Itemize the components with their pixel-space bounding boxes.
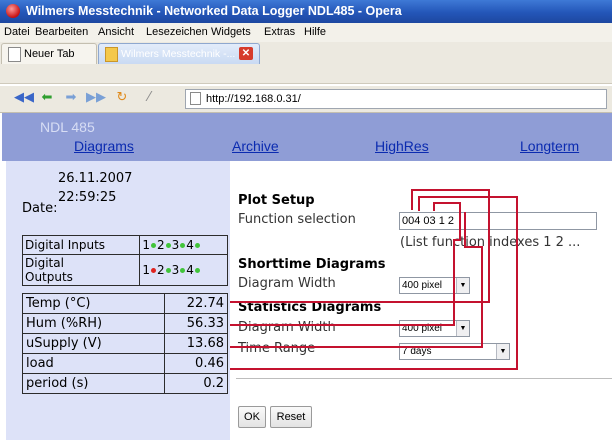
connector-temp-line (230, 189, 490, 303)
page-viewport: NDL 485 Diagrams Archive HighRes Longter… (2, 113, 612, 440)
opera-logo-icon (6, 4, 20, 18)
menu-lesezeichen[interactable]: Lesezeichen (146, 23, 208, 42)
rewind-icon[interactable]: ◀◀ (14, 90, 34, 106)
tab-wilmers[interactable]: Wilmers Messtechnik -... ✕ (98, 43, 260, 64)
navigation-bar: ◀◀ ⬅ ➡ ▶▶ ↻ ⁄ http://192.168.0.31/ (0, 86, 612, 113)
page-icon (105, 47, 118, 62)
connector-load-line (230, 196, 518, 370)
new-page-icon (8, 47, 21, 62)
menu-ansicht[interactable]: Ansicht (98, 23, 134, 42)
connector-hum-line (230, 202, 461, 326)
window-title-bar: Wilmers Messtechnik - Networked Data Log… (0, 0, 612, 23)
tab-bar: Neuer Tab Wilmers Messtechnik -... ✕ (0, 42, 612, 84)
menu-bar: Datei Bearbeiten Ansicht Lesezeichen Wid… (0, 23, 612, 43)
back-icon[interactable]: ⬅ (38, 90, 56, 106)
edit-icon[interactable]: ⁄ (140, 90, 158, 106)
connector-supply-line (230, 212, 483, 348)
annotation-lines (230, 189, 518, 370)
address-bar[interactable]: http://192.168.0.31/ (185, 89, 607, 109)
tab-active-label: Wilmers Messtechnik -... (121, 48, 236, 60)
reload-icon[interactable]: ↻ (113, 90, 131, 106)
menu-bearbeiten[interactable]: Bearbeiten (35, 23, 88, 42)
menu-hilfe[interactable]: Hilfe (304, 23, 326, 42)
menu-widgets[interactable]: Widgets (211, 23, 251, 42)
tab-new[interactable]: Neuer Tab (1, 43, 97, 64)
menu-extras[interactable]: Extras (264, 23, 295, 42)
page-icon (190, 92, 201, 105)
fast-forward-icon[interactable]: ▶▶ (86, 90, 106, 106)
forward-icon[interactable]: ➡ (62, 90, 80, 106)
menu-datei[interactable]: Datei (4, 23, 30, 42)
annotation-connectors (230, 189, 518, 370)
window-title: Wilmers Messtechnik - Networked Data Log… (26, 4, 402, 18)
address-url: http://192.168.0.31/ (206, 93, 301, 105)
close-tab-icon[interactable]: ✕ (239, 47, 253, 60)
tab-new-label: Neuer Tab (24, 48, 75, 60)
